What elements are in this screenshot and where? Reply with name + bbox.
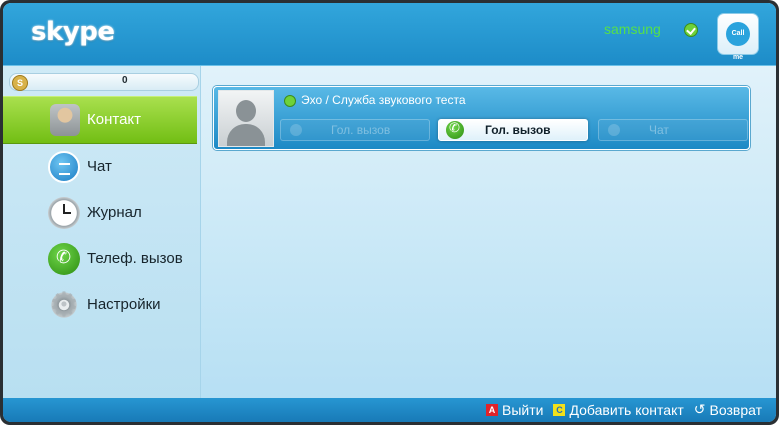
gear-icon bbox=[48, 285, 80, 325]
contact-name: Эхо / Служба звукового теста bbox=[301, 93, 466, 107]
video-icon bbox=[290, 124, 302, 136]
return-button[interactable]: Возврат bbox=[710, 402, 763, 418]
action-label: Чат bbox=[649, 123, 669, 137]
chat-icon bbox=[48, 151, 80, 183]
sidebar-item-label: Контакт bbox=[87, 111, 142, 128]
sidebar-item-contacts[interactable]: Контакт bbox=[3, 96, 197, 144]
sidebar-item-chat[interactable]: Чат bbox=[3, 144, 197, 190]
sidebar-item-label: Чат bbox=[87, 158, 112, 175]
online-check-icon[interactable] bbox=[684, 23, 698, 37]
online-check-icon bbox=[284, 95, 296, 107]
sidebar-item-label: Журнал bbox=[87, 204, 142, 221]
red-key-a: A bbox=[486, 404, 499, 416]
sidebar-item-history[interactable]: Журнал bbox=[3, 190, 197, 236]
chat-button[interactable]: Чат bbox=[598, 119, 748, 141]
contact-card[interactable]: Эхо / Служба звукового теста Гол. вызов … bbox=[213, 86, 750, 150]
action-label: Гол. вызов bbox=[331, 123, 391, 137]
chat-icon bbox=[608, 124, 620, 136]
sidebar-item-phone-call[interactable]: Телеф. вызов bbox=[3, 236, 197, 282]
sidebar-item-label: Телеф. вызов bbox=[87, 250, 183, 267]
remote-key-legend: A Выйти C Добавить контакт ↺ Возврат bbox=[486, 402, 762, 418]
contact-icon bbox=[50, 104, 80, 136]
sidebar-menu: Контакт Чат Журнал Телеф. вызов Настройк… bbox=[3, 96, 200, 328]
return-arrow-icon: ↺ bbox=[693, 402, 706, 418]
header-bar: skype samsung Call me bbox=[3, 3, 776, 66]
video-call-button[interactable]: Гол. вызов bbox=[280, 119, 430, 141]
clock-icon bbox=[48, 197, 80, 229]
credit-balance[interactable]: S 0 bbox=[9, 73, 199, 91]
add-contact-button[interactable]: Добавить контакт bbox=[569, 402, 683, 418]
action-label: Гол. вызов bbox=[485, 123, 551, 137]
skype-logo: skype bbox=[31, 17, 115, 47]
yellow-key-c: C bbox=[553, 404, 566, 416]
phone-icon bbox=[446, 121, 464, 139]
sidebar-item-label: Настройки bbox=[87, 296, 161, 313]
balance-value: 0 bbox=[122, 75, 128, 86]
contact-actions: Гол. вызов Гол. вызов Чат bbox=[280, 119, 748, 141]
skype-screen: skype samsung Call me S 0 Контакт Чат Жу… bbox=[3, 3, 776, 422]
callme-icon: Call me bbox=[726, 22, 750, 61]
avatar bbox=[218, 90, 274, 147]
footer-bar: A Выйти C Добавить контакт ↺ Возврат bbox=[3, 398, 776, 422]
phone-icon bbox=[48, 243, 80, 275]
username[interactable]: samsung bbox=[604, 21, 661, 37]
voice-call-button[interactable]: Гол. вызов bbox=[438, 119, 588, 141]
callme-button[interactable]: Call me bbox=[717, 13, 759, 61]
sidebar-item-settings[interactable]: Настройки bbox=[3, 282, 197, 328]
sidebar: S 0 Контакт Чат Журнал Телеф. bbox=[3, 66, 201, 398]
tv-frame: skype samsung Call me S 0 Контакт Чат Жу… bbox=[0, 0, 779, 425]
skype-credit-icon: S bbox=[12, 75, 28, 91]
exit-button[interactable]: Выйти bbox=[502, 402, 543, 418]
